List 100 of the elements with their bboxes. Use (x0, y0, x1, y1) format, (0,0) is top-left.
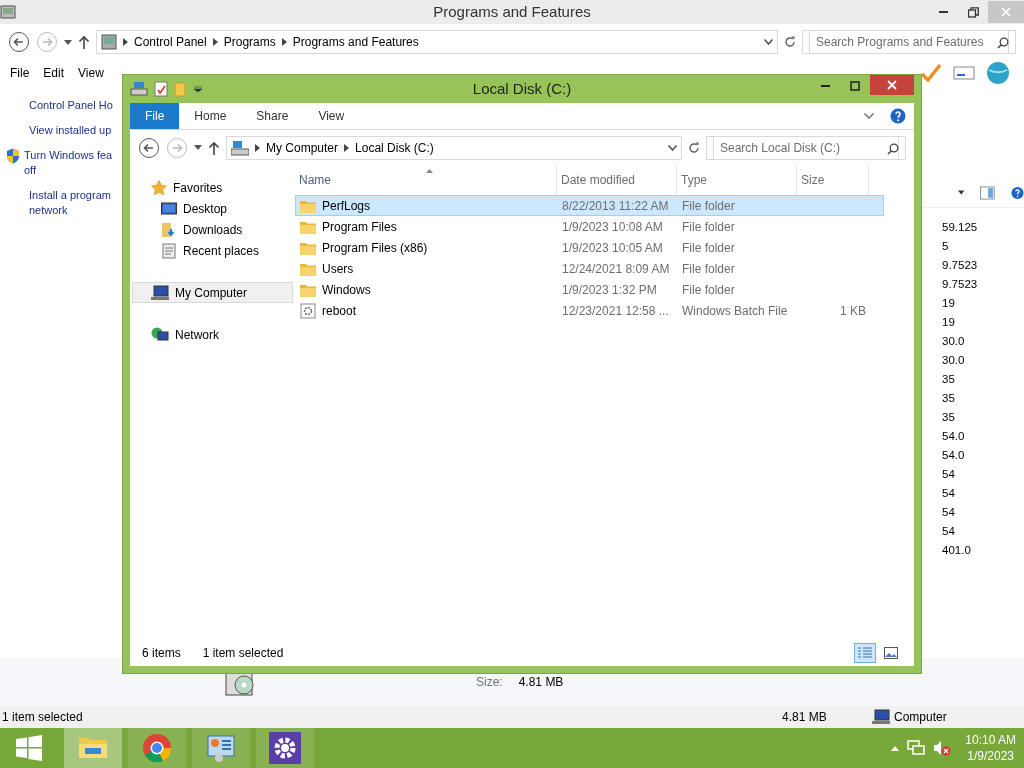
sidebar-link[interactable]: Turn Windows fea off (24, 148, 113, 178)
refresh-icon[interactable] (784, 36, 796, 48)
menu-item[interactable]: View (78, 64, 104, 82)
back-icon[interactable] (138, 136, 160, 159)
maximize-icon (850, 81, 860, 91)
sidebar-link[interactable]: Control Panel Ho (29, 98, 113, 113)
file-row[interactable]: Users 12/24/2021 8:09 AM File folder (295, 258, 884, 279)
item-count: 6 items (142, 645, 181, 662)
search-field[interactable]: Search Local Disk (C:) (713, 135, 899, 160)
menu-item[interactable]: Edit (43, 64, 65, 82)
folder-icon (300, 282, 316, 297)
up-icon[interactable] (78, 35, 90, 49)
breadcrumb-item[interactable]: Programs and Features (292, 33, 419, 51)
folder-icon (300, 240, 316, 255)
drive-icon (130, 81, 148, 97)
version-cell-text: 35 (941, 391, 956, 406)
dropdown-icon[interactable] (64, 39, 72, 45)
nav-item[interactable]: Favorites (132, 177, 293, 198)
version-cell-text: 19 (941, 296, 956, 311)
file-date: 1/9/2023 10:08 AM (561, 218, 664, 236)
properties-icon[interactable] (154, 81, 168, 97)
address-bar[interactable]: Control Panel Programs Programs and Features (96, 30, 778, 54)
version-cell-text: 54.0 (941, 429, 966, 444)
breadcrumb-item[interactable]: Control Panel (134, 33, 207, 51)
nav-item[interactable]: My Computer (132, 282, 293, 303)
taskbar-app[interactable] (256, 728, 314, 768)
close-icon (887, 80, 897, 90)
recent-places-icon (161, 242, 177, 259)
breadcrumb-item[interactable]: My Computer (266, 138, 339, 157)
sort-arrow-icon (425, 169, 433, 173)
back-icon[interactable] (8, 31, 30, 53)
file-type: Windows Batch File (681, 302, 789, 320)
sidebar-link[interactable]: View installed up (29, 123, 112, 138)
computer-icon (151, 284, 169, 301)
card-icon[interactable] (953, 65, 975, 81)
network-icon (151, 326, 169, 343)
ribbon-tab[interactable]: File (130, 103, 180, 129)
version-cell-text: 54 (941, 524, 956, 539)
folder-icon (300, 261, 316, 276)
breadcrumb-item[interactable]: Programs (223, 33, 276, 51)
computer-icon (872, 709, 890, 725)
dropdown-icon[interactable] (194, 145, 202, 150)
file-name: Users (322, 260, 354, 278)
dropdown-icon[interactable] (194, 86, 202, 92)
ribbon-tab[interactable]: Share (241, 103, 304, 129)
file-name: Windows (322, 281, 371, 299)
version-cell-text: 5 (941, 239, 950, 254)
version-cell-text: 54.0 (941, 448, 966, 463)
file-row[interactable]: Program Files 1/9/2023 10:08 AM File folder (295, 216, 884, 237)
close-button[interactable] (870, 75, 914, 95)
up-icon[interactable] (208, 140, 220, 155)
file-row[interactable]: PerfLogs 8/22/2013 11:22 AM File folder (295, 195, 884, 216)
file-type: File folder (681, 218, 736, 236)
search-icon[interactable] (997, 37, 1009, 49)
search-icon[interactable] (887, 142, 899, 155)
refresh-icon[interactable] (688, 141, 700, 154)
file-date: 12/24/2021 8:09 AM (561, 260, 671, 278)
file-type: File folder (681, 197, 736, 215)
file-row[interactable]: Windows 1/9/2023 1:32 PM File folder (295, 279, 884, 300)
control-panel-icon (101, 34, 117, 50)
version-cell-text: 35 (941, 372, 956, 387)
taskbar-app[interactable] (192, 728, 250, 768)
network-icon[interactable] (907, 740, 926, 756)
address-bar[interactable]: My Computer Local Disk (C:) (226, 135, 682, 160)
nav-item[interactable]: Network (132, 324, 293, 345)
help-icon[interactable] (890, 108, 906, 124)
shield-icon (6, 148, 20, 164)
gear-file-icon (300, 302, 316, 319)
tiles-view-icon (884, 647, 898, 659)
nav-item[interactable]: Downloads (132, 219, 293, 240)
globe-icon[interactable] (986, 61, 1010, 85)
search-field[interactable]: Search Programs and Features (809, 30, 1009, 54)
expand-ribbon-icon[interactable] (864, 113, 874, 119)
dropdown-icon[interactable] (668, 144, 677, 151)
checkmark-icon[interactable] (920, 63, 942, 83)
chevron-icon (281, 38, 287, 46)
nav-item[interactable]: Recent places (132, 240, 293, 261)
chevron-icon (123, 38, 128, 46)
window-title: Local Disk (C:) (472, 78, 572, 99)
mute-icon[interactable] (933, 740, 952, 756)
preview-pane-icon[interactable] (980, 184, 996, 201)
breadcrumb-item[interactable]: Local Disk (C:) (355, 138, 434, 157)
dropdown-icon[interactable] (764, 39, 773, 45)
dropdown-icon[interactable] (958, 190, 965, 195)
help-icon[interactable] (1011, 184, 1024, 201)
ribbon-tab[interactable]: Home (179, 103, 242, 129)
gear-icon (269, 732, 301, 764)
file-row[interactable]: reboot 12/23/2021 12:58 ... Windows Batch File 1 KB (295, 300, 884, 321)
app-icon (0, 4, 16, 20)
ribbon-tab[interactable]: View (303, 103, 360, 129)
sidebar-link[interactable]: Install a program network (29, 188, 111, 218)
menu-item[interactable]: File (10, 64, 30, 82)
computer-icon (231, 139, 249, 156)
file-type: File folder (681, 281, 736, 299)
caret-up-icon[interactable] (891, 745, 900, 751)
file-size: 1 KB (840, 303, 866, 318)
file-row[interactable]: Program Files (x86) 1/9/2023 10:05 AM File folder (295, 237, 884, 258)
version-cell-text: 54 (941, 486, 956, 501)
downloads-icon (161, 221, 177, 238)
nav-item[interactable]: Desktop (132, 198, 293, 219)
